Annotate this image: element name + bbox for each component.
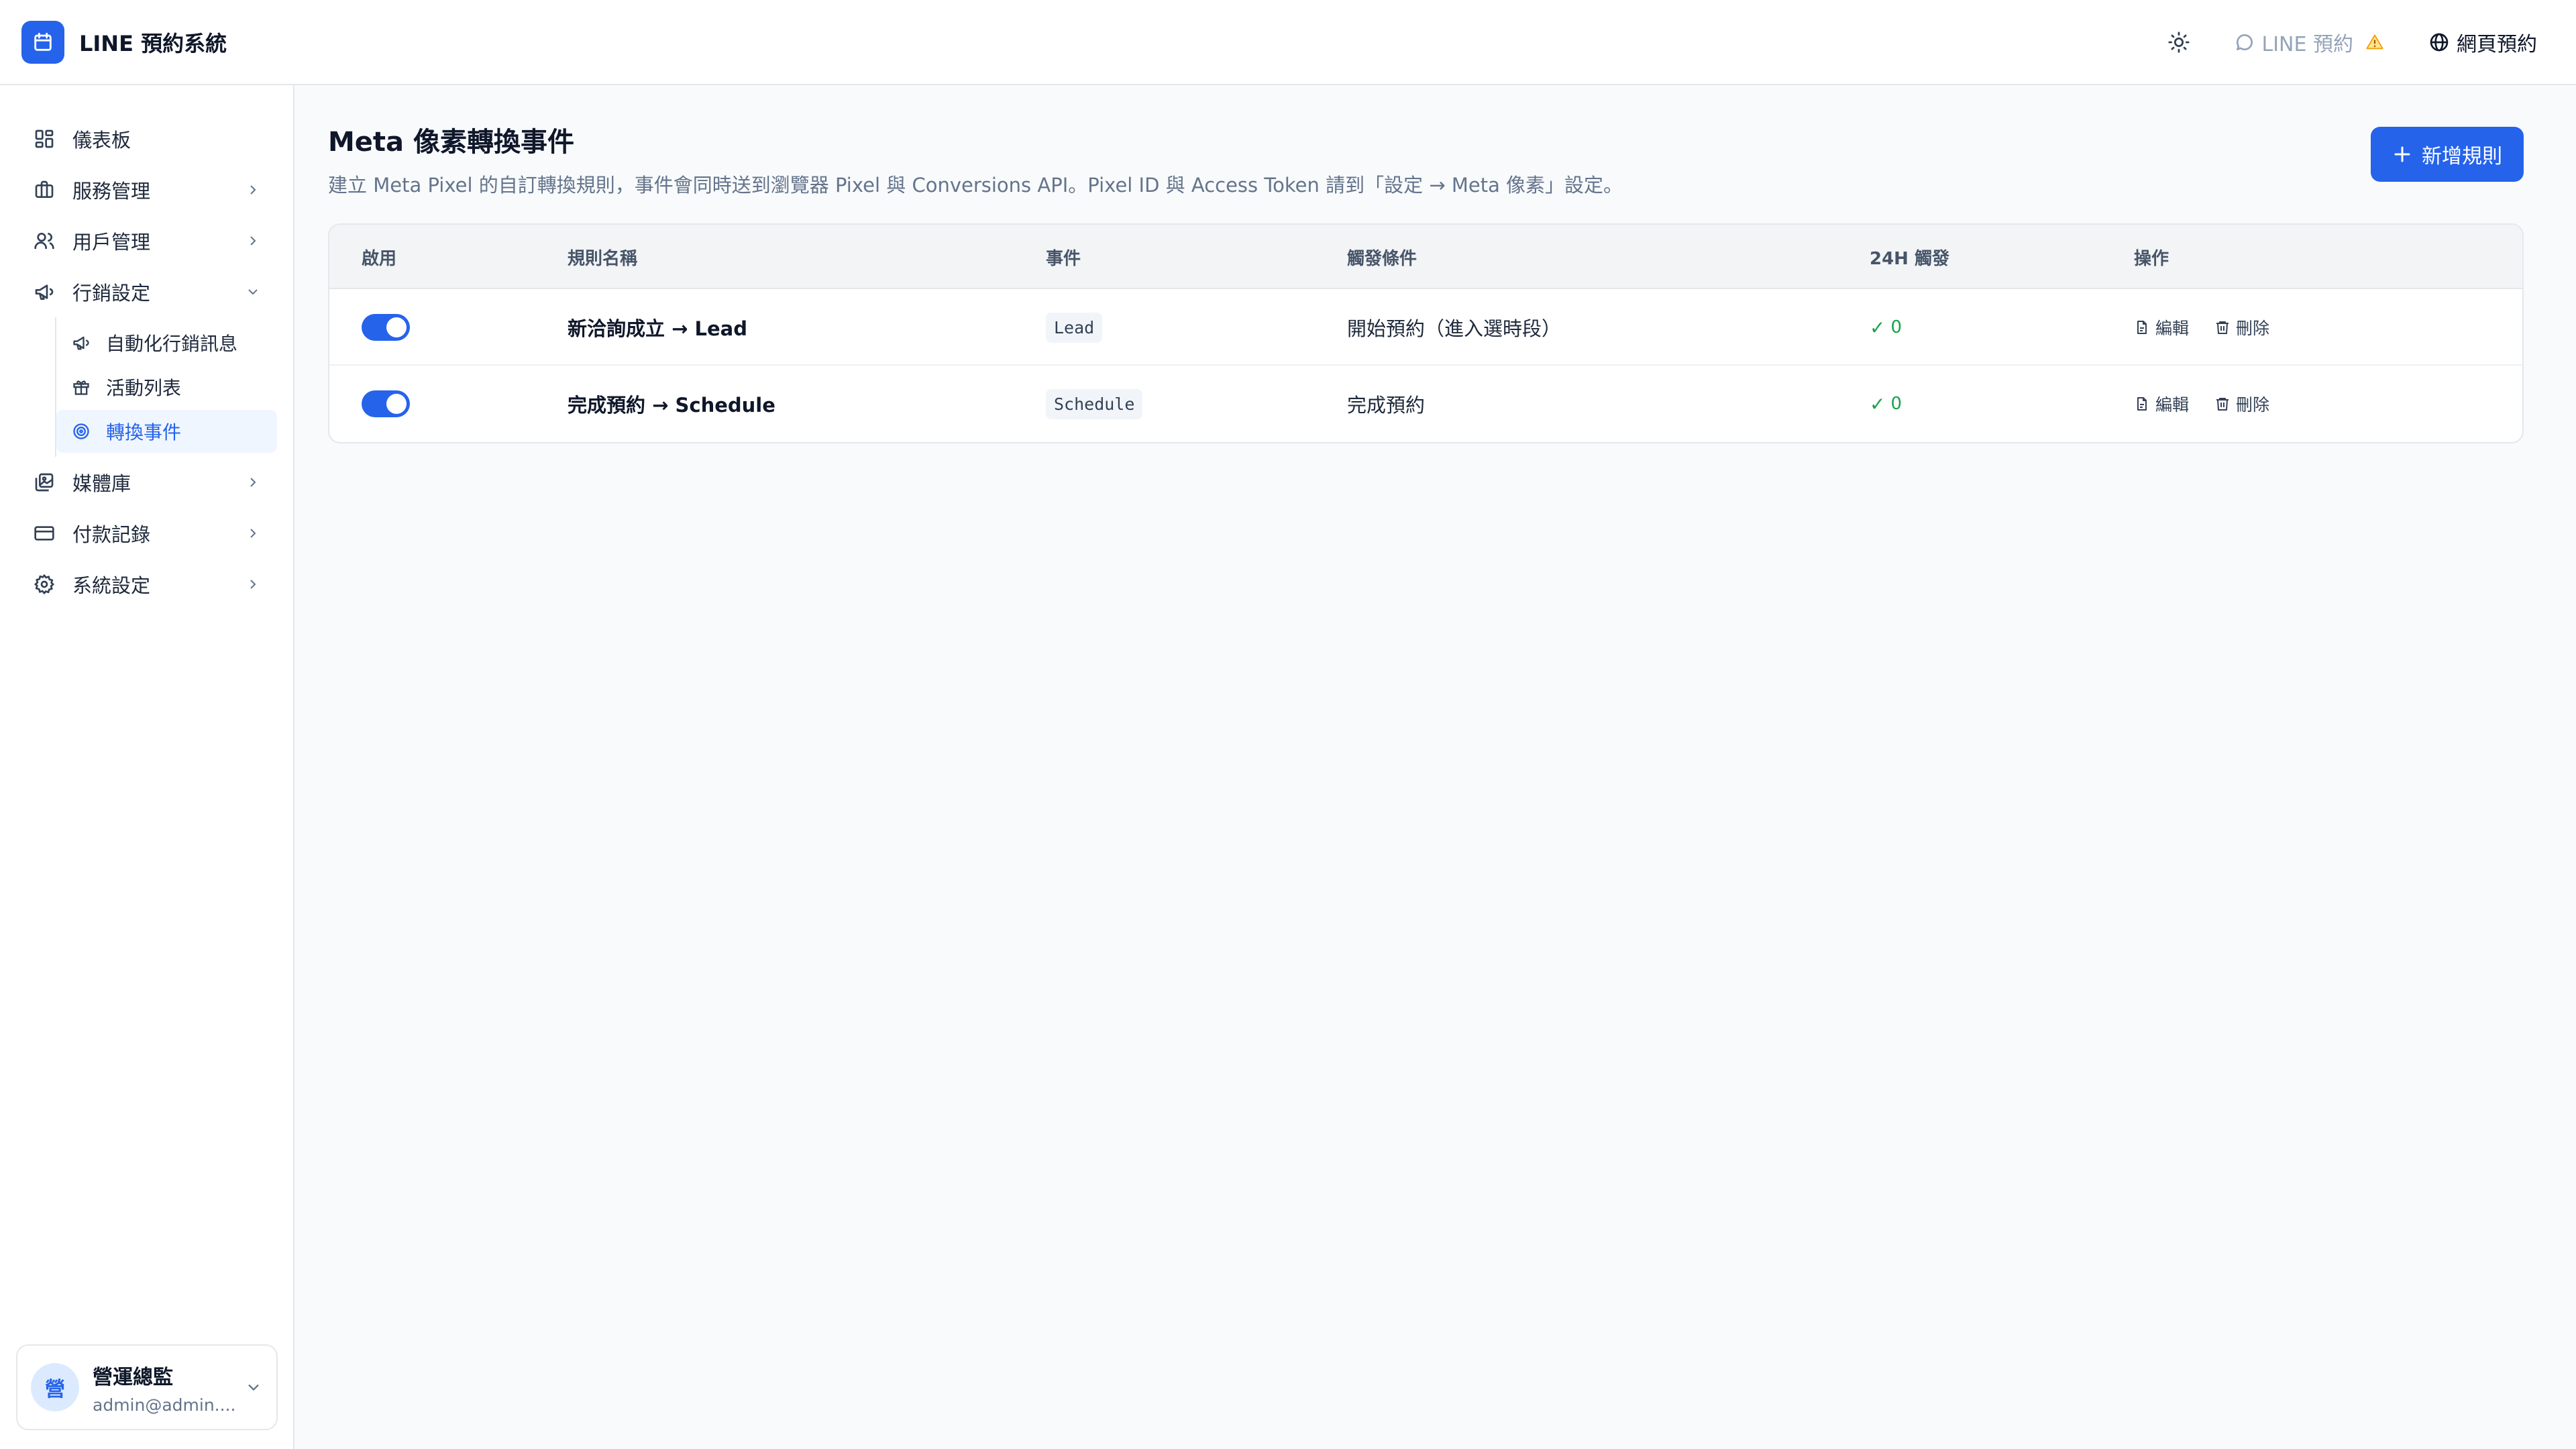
line-booking-label: LINE 預約	[2261, 32, 2354, 56]
user-name: 營運總監	[93, 1365, 173, 1389]
sidebar-item-services[interactable]: 服務管理	[16, 164, 277, 215]
sun-icon	[2167, 31, 2190, 53]
delete-label: 刪除	[2236, 319, 2270, 338]
trigger-count: ✓ 0	[1870, 317, 1902, 339]
sidebar-item-label: 服務管理	[72, 180, 151, 203]
enable-toggle[interactable]	[362, 314, 410, 341]
top-bar: LINE 預約系統 LINE 預約 網頁預約	[0, 0, 2576, 85]
images-icon	[32, 470, 56, 494]
chevron-right-icon	[245, 233, 261, 249]
edit-button[interactable]: 編輯	[2134, 392, 2189, 416]
chevron-down-icon	[245, 284, 261, 300]
user-menu[interactable]: 營 營運總監 admin@admin....	[16, 1344, 278, 1430]
rule-name: 完成預約 → Schedule	[568, 394, 775, 417]
add-rule-button[interactable]: 新增規則	[2371, 127, 2524, 182]
trigger-count-value: 0	[1890, 317, 1902, 337]
sidebar-item-label: 用戶管理	[72, 231, 151, 254]
plus-icon	[2394, 146, 2410, 162]
edit-label: 編輯	[2155, 319, 2190, 338]
sidebar-item-users[interactable]: 用戶管理	[16, 215, 277, 266]
gift-icon	[71, 377, 91, 397]
table-header: 啟用 規則名稱 事件 觸發條件 24H 觸發 操作	[329, 225, 2522, 289]
globe-icon	[2430, 33, 2449, 51]
sidebar-item-marketing[interactable]: 行銷設定	[16, 266, 277, 317]
sidebar-item-label: 行銷設定	[72, 282, 151, 305]
chat-bubble-icon	[2236, 34, 2253, 50]
credit-card-icon	[32, 521, 56, 545]
sidebar-nav: 儀表板 服務管理 用戶管理 行銷設定 自動化行銷訊息 活動列表 轉換事件 媒體庫…	[0, 85, 293, 610]
column-header-enabled: 啟用	[362, 248, 397, 269]
sidebar-item-settings[interactable]: 系統設定	[16, 559, 277, 610]
theme-toggle-button[interactable]	[2157, 21, 2200, 64]
page-subtitle: 建立 Meta Pixel 的自訂轉換規則，事件會同時送到瀏覽器 Pixel 與…	[328, 174, 1623, 197]
sidebar: 儀表板 服務管理 用戶管理 行銷設定 自動化行銷訊息 活動列表 轉換事件 媒體庫…	[0, 85, 294, 1449]
column-header-event: 事件	[1046, 248, 1081, 269]
sidebar-item-media[interactable]: 媒體庫	[16, 457, 277, 508]
web-booking-label: 網頁預約	[2457, 32, 2537, 56]
rules-table: 啟用 規則名稱 事件 觸發條件 24H 觸發 操作 新洽詢成立 → Lead L…	[328, 223, 2524, 443]
file-edit-icon	[2137, 397, 2147, 411]
sidebar-item-label: 儀表板	[72, 129, 131, 152]
trigger-count-value: 0	[1890, 394, 1902, 414]
check-icon: ✓	[1870, 316, 1886, 339]
sidebar-item-auto-marketing[interactable]: 自動化行銷訊息	[56, 321, 277, 364]
trash-icon	[2216, 321, 2229, 334]
sidebar-subitem-label: 自動化行銷訊息	[106, 333, 238, 355]
column-header-24h: 24H 觸發	[1870, 248, 1949, 269]
dashboard-icon	[32, 127, 56, 151]
sidebar-item-conversion-events[interactable]: 轉換事件	[56, 410, 277, 453]
line-booking-link[interactable]: LINE 預約	[2234, 28, 2392, 57]
edit-label: 編輯	[2155, 395, 2190, 415]
marketing-submenu: 自動化行銷訊息 活動列表 轉換事件	[55, 317, 293, 457]
megaphone-icon	[32, 280, 56, 304]
megaphone-icon	[71, 333, 91, 353]
trigger-condition: 完成預約	[1347, 394, 1426, 417]
sidebar-item-dashboard[interactable]: 儀表板	[16, 113, 277, 164]
sidebar-item-label: 付款記錄	[72, 523, 151, 546]
users-icon	[32, 229, 56, 253]
trigger-count: ✓ 0	[1870, 393, 1902, 415]
target-icon	[71, 421, 91, 441]
gear-icon	[32, 572, 56, 596]
chevron-right-icon	[245, 182, 261, 198]
check-icon: ✓	[1870, 392, 1886, 415]
trash-icon	[2216, 398, 2229, 411]
briefcase-icon	[32, 178, 56, 202]
chevron-down-icon	[244, 1378, 263, 1397]
main-content: Meta 像素轉換事件 建立 Meta Pixel 的自訂轉換規則，事件會同時送…	[296, 85, 2576, 1449]
enable-toggle[interactable]	[362, 390, 410, 417]
table-row: 新洽詢成立 → Lead Lead 開始預約（進入選時段） ✓ 0 編輯 刪除	[329, 289, 2522, 366]
web-booking-link[interactable]: 網頁預約	[2428, 28, 2537, 57]
page-header: Meta 像素轉換事件 建立 Meta Pixel 的自訂轉換規則，事件會同時送…	[328, 120, 1623, 198]
sidebar-subitem-label: 轉換事件	[106, 421, 182, 443]
event-tag: Lead	[1046, 312, 1103, 343]
delete-button[interactable]: 刪除	[2214, 392, 2269, 416]
calendar-logo-icon	[21, 20, 64, 64]
sidebar-item-payments[interactable]: 付款記錄	[16, 508, 277, 559]
column-header-actions: 操作	[2134, 248, 2169, 269]
rule-name: 新洽詢成立 → Lead	[568, 317, 747, 340]
column-header-name: 規則名稱	[568, 248, 638, 269]
edit-button[interactable]: 編輯	[2134, 315, 2189, 339]
avatar: 營	[31, 1363, 79, 1411]
chevron-right-icon	[245, 576, 261, 592]
app-title: LINE 預約系統	[79, 30, 227, 56]
sidebar-item-campaigns[interactable]: 活動列表	[56, 366, 277, 409]
user-email: admin@admin....	[93, 1395, 236, 1415]
sidebar-item-label: 媒體庫	[72, 472, 131, 495]
event-tag: Schedule	[1046, 388, 1143, 419]
page-title: Meta 像素轉換事件	[328, 127, 574, 158]
warning-icon	[2365, 33, 2391, 52]
delete-button[interactable]: 刪除	[2214, 315, 2269, 339]
table-row: 完成預約 → Schedule Schedule 完成預約 ✓ 0 編輯 刪除	[329, 366, 2522, 442]
add-rule-label: 新增規則	[2422, 145, 2502, 168]
column-header-trigger: 觸發條件	[1347, 248, 1417, 269]
chevron-right-icon	[245, 474, 261, 490]
sidebar-item-label: 系統設定	[72, 574, 151, 597]
trigger-condition: 開始預約（進入選時段）	[1347, 317, 1562, 340]
sidebar-subitem-label: 活動列表	[106, 377, 182, 399]
file-edit-icon	[2137, 321, 2147, 334]
chevron-right-icon	[245, 525, 261, 541]
delete-label: 刪除	[2236, 395, 2270, 415]
